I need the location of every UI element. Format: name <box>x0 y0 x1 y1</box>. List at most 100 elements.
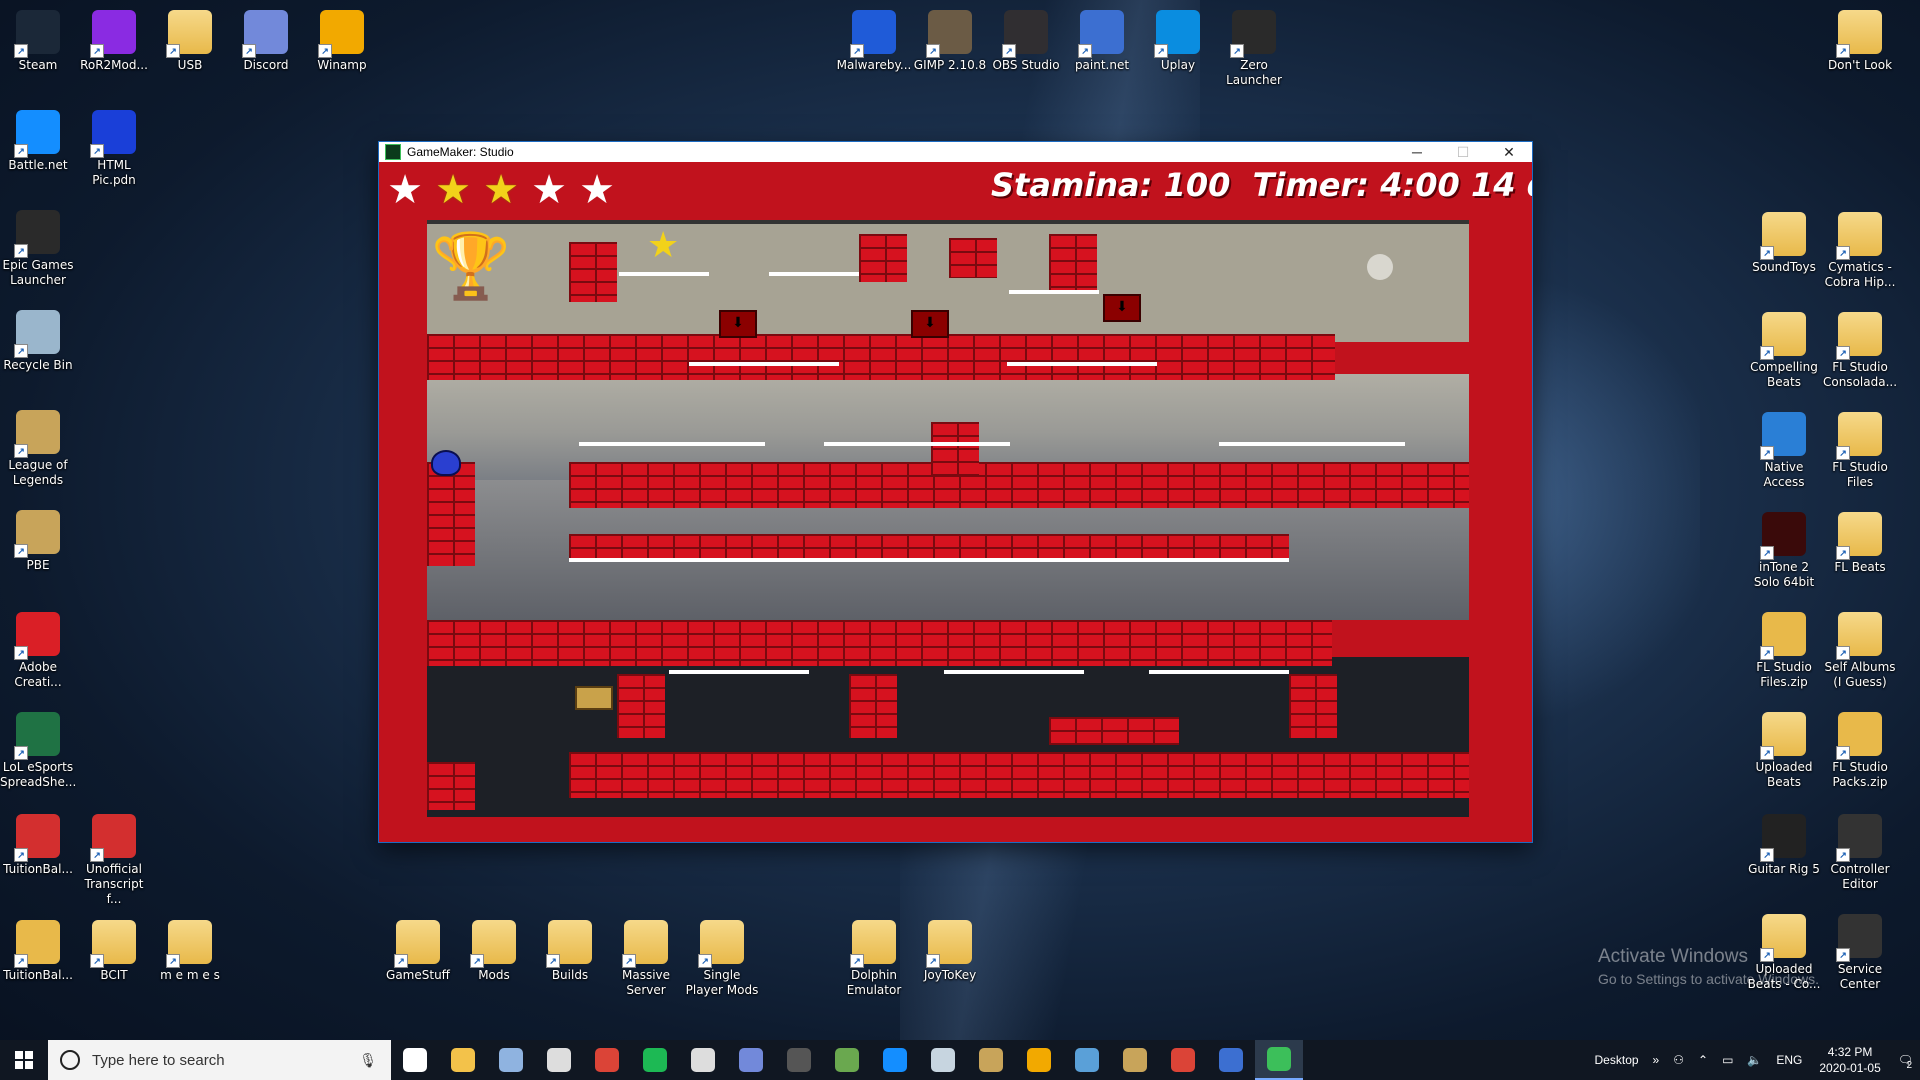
desktop-icon[interactable]: Don't Look <box>1822 10 1898 73</box>
window-titlebar[interactable]: GameMaker: Studio ─ ☐ ✕ <box>379 142 1532 162</box>
desktop-icon[interactable]: USB <box>152 10 228 73</box>
desktop-icon[interactable]: Guitar Rig 5 <box>1746 814 1822 877</box>
trophy-icon: 🏆 <box>431 230 511 302</box>
desktop-toolbar-label[interactable]: Desktop <box>1595 1053 1639 1067</box>
desktop-icon[interactable]: TuitionBal... <box>0 920 76 983</box>
desktop-icon[interactable]: Malwareby... <box>836 10 912 73</box>
desktop-icon[interactable]: Dolphin Emulator <box>836 920 912 998</box>
desktop-icon[interactable]: Battle.net <box>0 110 76 173</box>
taskbar-app-button[interactable] <box>1111 1040 1159 1080</box>
language-indicator[interactable]: ENG <box>1776 1053 1802 1067</box>
taskbar-app-button[interactable] <box>727 1040 775 1080</box>
gamemaker-window[interactable]: GameMaker: Studio ─ ☐ ✕ ★ ★ ★ ★ ★ Stamina: 1… <box>379 142 1532 842</box>
close-button[interactable]: ✕ <box>1486 142 1532 162</box>
desktop-icon[interactable]: HTML Pic.pdn <box>76 110 152 188</box>
desktop-icon[interactable]: Uploaded Beats <box>1746 712 1822 790</box>
desktop-icon[interactable]: Mods <box>456 920 532 983</box>
taskbar-app-button[interactable] <box>391 1040 439 1080</box>
taskbar-app-button[interactable] <box>1159 1040 1207 1080</box>
recycle-bin-icon <box>14 310 60 358</box>
desktop-icon[interactable]: m e m e s <box>152 920 228 983</box>
desktop-icon[interactable]: Steam <box>0 10 76 73</box>
folder-icon <box>1760 212 1806 260</box>
maximize-button[interactable]: ☐ <box>1440 142 1486 162</box>
chrome-folder-icon <box>14 920 60 968</box>
desktop-icon[interactable]: Service Center <box>1822 914 1898 992</box>
desktop-icon[interactable]: inTone 2 Solo 64bit <box>1746 512 1822 590</box>
desktop-icon[interactable]: Controller Editor <box>1822 814 1898 892</box>
desktop-icon[interactable]: Builds <box>532 920 608 983</box>
desktop-icon-label: Mods <box>478 968 510 982</box>
desktop-icon[interactable]: FL Studio Files <box>1822 412 1898 490</box>
desktop-icon[interactable]: Recycle Bin <box>0 310 76 373</box>
desktop-icon[interactable]: Discord <box>228 10 304 73</box>
desktop-icon[interactable]: Winamp <box>304 10 380 73</box>
desktop-icon[interactable]: FL Studio Consolada... <box>1822 312 1898 390</box>
desktop-icon[interactable]: FL Beats <box>1822 512 1898 575</box>
desktop-icon[interactable]: paint.net <box>1064 10 1140 73</box>
chevron-up-icon[interactable]: ⌃ <box>1698 1053 1708 1067</box>
taskbar-app-button[interactable] <box>631 1040 679 1080</box>
desktop-icon-label: JoyToKey <box>923 968 977 982</box>
desktop-icon[interactable]: Zero Launcher <box>1216 10 1292 88</box>
desktop-icon[interactable]: Epic Games Launcher <box>0 210 76 288</box>
taskbar-app-button[interactable] <box>535 1040 583 1080</box>
desktop-icon[interactable]: Unofficial Transcript f... <box>76 814 152 907</box>
desktop-icon[interactable]: Single Player Mods <box>684 920 760 998</box>
desktop-icon[interactable]: Massive Server <box>608 920 684 998</box>
people-icon[interactable]: ⚇ <box>1673 1053 1684 1067</box>
desktop-icon-label: Controller Editor <box>1830 862 1890 891</box>
network-icon[interactable]: ▭ <box>1722 1053 1733 1067</box>
taskbar-app-button[interactable] <box>1255 1040 1303 1080</box>
notepad-icon <box>1075 1048 1099 1072</box>
taskbar-app-button[interactable] <box>1015 1040 1063 1080</box>
desktop-icon[interactable]: League of Legends <box>0 410 76 488</box>
desktop-icon[interactable]: FL Studio Packs.zip <box>1822 712 1898 790</box>
desktop-icon-label: BCIT <box>100 968 128 982</box>
desktop-icon[interactable]: Compelling Beats <box>1746 312 1822 390</box>
taskbar-app-button[interactable] <box>487 1040 535 1080</box>
desktop-icon[interactable]: PBE <box>0 510 76 573</box>
taskbar-app-button[interactable] <box>775 1040 823 1080</box>
desktop-icon[interactable]: RoR2Mod... <box>76 10 152 73</box>
desktop-icon[interactable]: Cymatics - Cobra Hip... <box>1822 212 1898 290</box>
folder-icon <box>850 920 896 968</box>
desktop-icon[interactable]: Uplay <box>1140 10 1216 73</box>
volume-icon[interactable]: 🔈 <box>1747 1053 1762 1067</box>
start-button[interactable] <box>0 1040 48 1080</box>
desktop-icon[interactable]: Self Albums (I Guess) <box>1822 612 1898 690</box>
minimize-button[interactable]: ─ <box>1394 142 1440 162</box>
malwarebytes-icon <box>850 10 896 58</box>
desktop-icon[interactable]: TuitionBal... <box>0 814 76 877</box>
game-canvas[interactable]: ★ ★ ★ ★ ★ Stamina: 100 Timer: 4:00 14 deaths <box>379 162 1532 842</box>
pbe-icon <box>1123 1048 1147 1072</box>
taskbar-app-button[interactable] <box>823 1040 871 1080</box>
action-center-icon[interactable]: 🗨 2 <box>1898 1053 1913 1071</box>
search-box[interactable]: Type here to search 🎙 <box>48 1040 391 1080</box>
taskbar-app-button[interactable] <box>439 1040 487 1080</box>
chevron-right-icon[interactable]: » <box>1653 1053 1660 1067</box>
taskbar-app-button[interactable] <box>1063 1040 1111 1080</box>
desktop-icon[interactable]: GameStuff <box>380 920 456 983</box>
desktop-icon[interactable]: OBS Studio <box>988 10 1064 73</box>
taskbar-app-button[interactable] <box>679 1040 727 1080</box>
desktop-icon[interactable]: Adobe Creati... <box>0 612 76 690</box>
desktop-icon[interactable]: FL Studio Files.zip <box>1746 612 1822 690</box>
desktop-icon[interactable]: BCIT <box>76 920 152 983</box>
desktop-icon[interactable]: JoyToKey <box>912 920 988 983</box>
taskbar-app-button[interactable] <box>919 1040 967 1080</box>
taskbar-app-button[interactable] <box>871 1040 919 1080</box>
desktop-icon[interactable]: GIMP 2.10.8 <box>912 10 988 73</box>
microphone-icon[interactable]: 🎙 <box>359 1052 377 1069</box>
taskbar-app-button[interactable] <box>583 1040 631 1080</box>
desktop-icon[interactable]: Native Access <box>1746 412 1822 490</box>
desktop-icon-label: GIMP 2.10.8 <box>913 58 987 72</box>
desktop-icon[interactable]: LoL eSports SpreadShe... <box>0 712 76 790</box>
taskbar-app-button[interactable] <box>1207 1040 1255 1080</box>
folder-icon <box>166 10 212 58</box>
desktop-icon-label: RoR2Mod... <box>80 58 148 72</box>
clock[interactable]: 4:32 PM 2020-01-05 <box>1819 1044 1880 1076</box>
taskbar-app-button[interactable] <box>967 1040 1015 1080</box>
desktop-icon[interactable]: SoundToys <box>1746 212 1822 275</box>
desktop-icon-label: Native Access <box>1763 460 1805 489</box>
